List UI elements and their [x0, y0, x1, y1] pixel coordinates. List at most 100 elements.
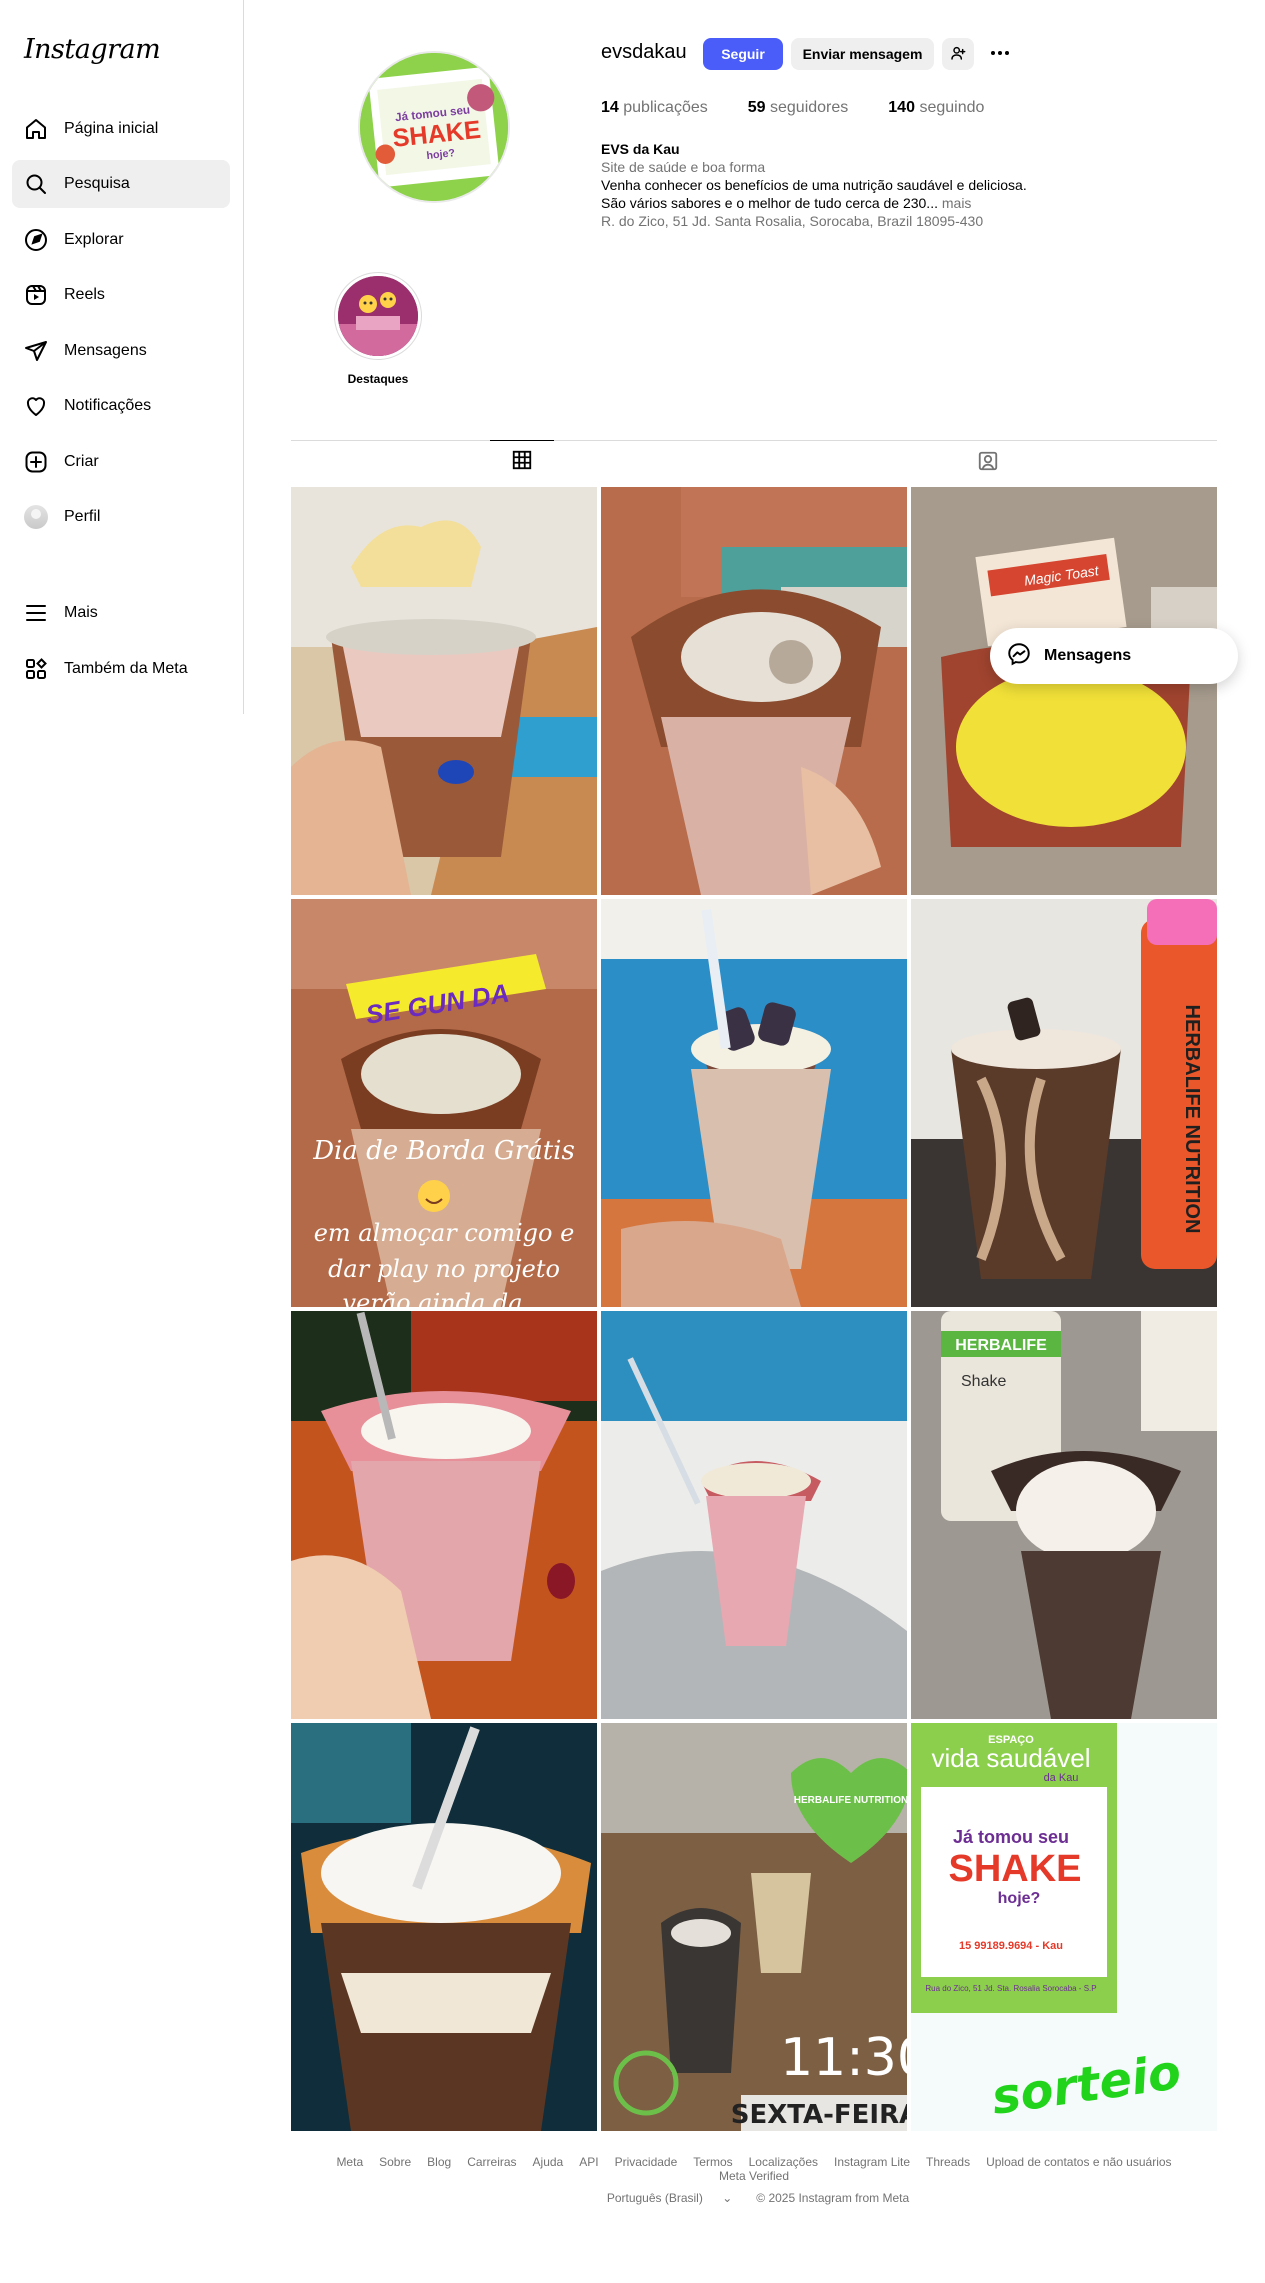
post-image	[601, 899, 907, 1307]
sidebar-item-label: Também da Meta	[64, 660, 188, 677]
svg-text:em almoçar comigo e: em almoçar comigo e	[314, 1219, 575, 1247]
post-tile[interactable]: Magic Toast	[911, 487, 1217, 895]
post-image	[291, 1311, 597, 1719]
meta-apps-icon	[24, 657, 48, 681]
svg-text:dar play no projeto: dar play no projeto	[328, 1255, 560, 1283]
profile-username: evsdakau	[601, 41, 687, 63]
profile-avatar[interactable]: Já tomou seu SHAKE hoje?	[358, 51, 510, 203]
post-image: HERBALIFE NUTRITION 11:30 SEXTA-FEIRA	[601, 1723, 907, 2131]
posts-stat: 14 publicações	[601, 99, 708, 116]
post-tile[interactable]: HERBALIFE NUTRITION 11:30 SEXTA-FEIRA	[601, 1723, 907, 2131]
sidebar-item-label: Página inicial	[64, 120, 159, 137]
messenger-icon	[1006, 641, 1032, 672]
following-stat[interactable]: 140 seguindo	[888, 99, 984, 117]
post-tile[interactable]: HERBALIFE NUTRITION	[911, 899, 1217, 1307]
highlight-item[interactable]: Destaques	[334, 272, 422, 386]
ellipsis-icon	[988, 41, 1012, 68]
tabs-divider	[291, 440, 1217, 441]
follow-button[interactable]: Seguir	[703, 38, 783, 70]
more-options-button[interactable]	[984, 38, 1016, 70]
send-message-button[interactable]: Enviar mensagem	[791, 38, 934, 70]
footer-link[interactable]: Meta Verified	[719, 2169, 789, 2183]
sidebar-item-label: Mensagens	[64, 342, 147, 359]
svg-text:Rua do Zico, 51 Jd. Sta. Rosal: Rua do Zico, 51 Jd. Sta. Rosalia Sorocab…	[925, 1984, 1096, 1993]
suggest-users-button[interactable]	[942, 38, 974, 70]
svg-text:HERBALIFE: HERBALIFE	[955, 1337, 1047, 1354]
instagram-logo[interactable]: Instagram	[24, 34, 161, 65]
sidebar-item-explore[interactable]: Explorar	[12, 216, 230, 264]
sidebar-item-notifications[interactable]: Notificações	[12, 382, 230, 430]
footer-link[interactable]: Sobre	[379, 2155, 411, 2169]
sidebar: Instagram Página inicial Pesquisa Explor…	[0, 0, 244, 714]
post-tile[interactable]: HERBALIFE Shake	[911, 1311, 1217, 1719]
footer-link[interactable]: Instagram Lite	[834, 2155, 910, 2169]
post-tile[interactable]: SE GUN DA Dia de Borda Grátis em almoçar…	[291, 899, 597, 1307]
footer-link[interactable]: API	[579, 2155, 598, 2169]
post-image: SE GUN DA Dia de Borda Grátis em almoçar…	[291, 899, 597, 1307]
sidebar-item-search[interactable]: Pesquisa	[12, 160, 230, 208]
footer-link[interactable]: Localizações	[749, 2155, 818, 2169]
chevron-down-icon: ⌄	[722, 2191, 733, 2205]
highlight-cover	[338, 276, 418, 356]
post-tile[interactable]	[601, 899, 907, 1307]
sidebar-item-more[interactable]: Mais	[12, 589, 230, 637]
post-tile[interactable]	[601, 1311, 907, 1719]
svg-text:15 99189.9694 - Kau: 15 99189.9694 - Kau	[959, 1940, 1063, 1952]
sidebar-item-label: Mais	[64, 604, 98, 621]
footer-link[interactable]: Termos	[693, 2155, 732, 2169]
sidebar-item-create[interactable]: Criar	[12, 438, 230, 486]
sidebar-item-profile[interactable]: Perfil	[12, 493, 230, 541]
footer-link[interactable]: Blog	[427, 2155, 451, 2169]
add-user-icon	[950, 45, 966, 64]
footer-link[interactable]: Threads	[926, 2155, 970, 2169]
post-tile[interactable]: ESPAÇO vida saudável da Kau Já tomou seu…	[911, 1723, 1217, 2131]
reels-icon	[24, 283, 48, 307]
posts-grid: Magic Toast SE GUN DA Dia de Borda Gráti…	[291, 487, 1217, 2131]
heart-icon	[24, 394, 48, 418]
profile-bio: EVS da Kau Site de saúde e boa forma Ven…	[601, 140, 1041, 230]
footer-link[interactable]: Carreiras	[467, 2155, 516, 2169]
followers-stat[interactable]: 59 seguidores	[748, 99, 849, 117]
post-image: ESPAÇO vida saudável da Kau Já tomou seu…	[911, 1723, 1217, 2131]
sidebar-item-label: Notificações	[64, 397, 152, 414]
messages-floating-button[interactable]: Mensagens	[990, 628, 1238, 684]
tab-tagged[interactable]	[956, 441, 1020, 485]
post-image: Magic Toast	[911, 487, 1217, 895]
svg-text:HERBALIFE NUTRITION: HERBALIFE NUTRITION	[794, 1795, 907, 1806]
tagged-user-icon	[977, 450, 999, 477]
language-selector[interactable]: Português (Brasil) ⌄	[599, 2191, 740, 2205]
post-tile[interactable]	[601, 487, 907, 895]
footer-link[interactable]: Meta	[336, 2155, 363, 2169]
home-icon	[24, 117, 48, 141]
footer-links: Meta Sobre Blog Carreiras Ajuda API Priv…	[291, 2155, 1217, 2183]
post-image: HERBALIFE Shake	[911, 1311, 1217, 1719]
sidebar-item-label: Pesquisa	[64, 175, 130, 192]
svg-text:Já tomou seu: Já tomou seu	[953, 1827, 1069, 1847]
sidebar-item-label: Perfil	[64, 508, 101, 525]
sidebar-item-meta[interactable]: Também da Meta	[12, 645, 230, 693]
svg-text:da Kau: da Kau	[1044, 1772, 1079, 1784]
post-tile[interactable]	[291, 1311, 597, 1719]
post-image	[291, 487, 597, 895]
post-tile[interactable]	[291, 1723, 597, 2131]
footer-link[interactable]: Privacidade	[615, 2155, 678, 2169]
svg-text:Dia de Borda Grátis: Dia de Borda Grátis	[312, 1136, 575, 1166]
post-image: HERBALIFE NUTRITION	[911, 899, 1217, 1307]
copyright: © 2025 Instagram from Meta	[756, 2191, 910, 2205]
tab-posts[interactable]	[490, 440, 554, 484]
bio-line-2: São vários sabores e o melhor de tudo ce…	[601, 195, 972, 211]
send-icon	[24, 339, 48, 363]
bio-more-link[interactable]: mais	[942, 195, 972, 211]
sidebar-item-home[interactable]: Página inicial	[12, 105, 230, 153]
svg-text:SHAKE: SHAKE	[948, 1848, 1081, 1890]
profile-address[interactable]: R. do Zico, 51 Jd. Santa Rosalia, Soroca…	[601, 212, 1041, 230]
footer-link[interactable]: Ajuda	[533, 2155, 564, 2169]
post-image	[291, 1723, 597, 2131]
post-image	[601, 487, 907, 895]
sidebar-item-reels[interactable]: Reels	[12, 271, 230, 319]
sidebar-item-messages[interactable]: Mensagens	[12, 327, 230, 375]
footer-link[interactable]: Upload de contatos e não usuários	[986, 2155, 1171, 2169]
post-tile[interactable]	[291, 487, 597, 895]
svg-text:Shake: Shake	[961, 1373, 1006, 1390]
sidebar-item-label: Reels	[64, 286, 105, 303]
